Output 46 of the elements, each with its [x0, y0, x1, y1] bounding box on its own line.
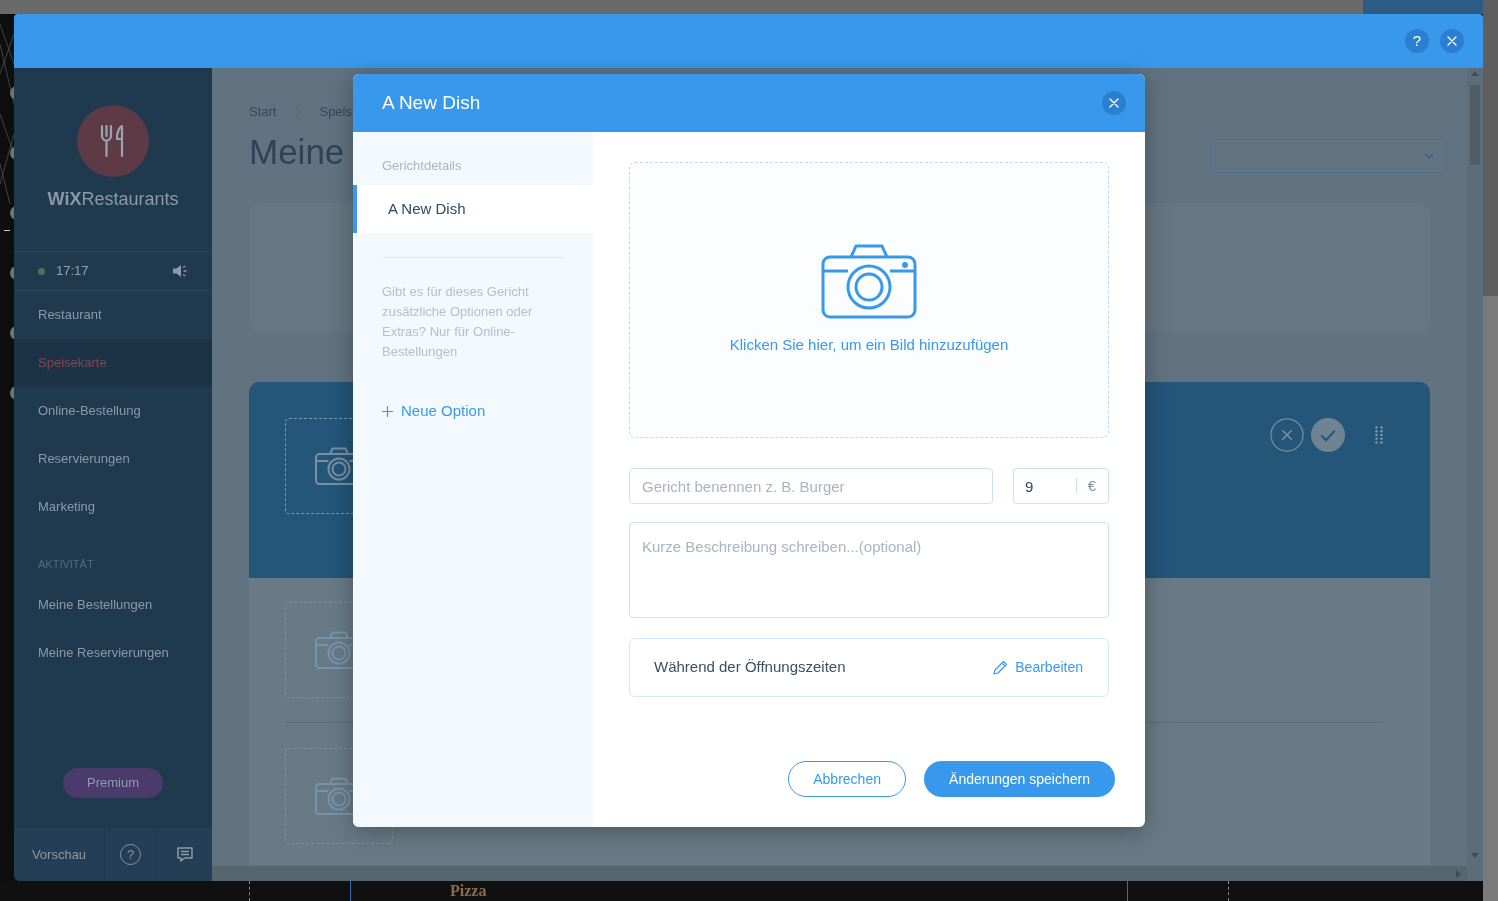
camera-icon: [821, 243, 917, 319]
hint-text: Gibt es für dieses Gericht zusätzliche Optionen oder Extras? Nur für Online-Bestellungen: [382, 283, 534, 361]
edit-link[interactable]: Bearbeiten: [993, 657, 1083, 678]
status-dot-icon: [38, 267, 45, 275]
section-label: Gerichtdetails: [381, 157, 463, 175]
scrollbar-thumb[interactable]: [1483, 0, 1498, 296]
close-icon[interactable]: [1102, 91, 1126, 115]
plus-icon: [382, 405, 393, 417]
drag-handle-icon[interactable]: [1375, 426, 1383, 444]
sidebar-item[interactable]: Reservierungen: [14, 435, 212, 483]
premium-button[interactable]: Premium: [63, 768, 163, 798]
chevron-down-icon: [1424, 153, 1434, 159]
save-button[interactable]: Änderungen speichern: [924, 761, 1115, 797]
sidebar-item[interactable]: Speisekarte: [14, 339, 212, 387]
canvas-heading: Pizza: [450, 882, 487, 899]
speaker-icon[interactable]: [172, 264, 188, 278]
cancel-button[interactable]: Abbrechen: [788, 761, 907, 797]
close-icon[interactable]: [1440, 29, 1464, 53]
chat-icon[interactable]: [176, 847, 193, 862]
dish-name-field[interactable]: Gericht benennen z. B. Burger: [629, 468, 993, 504]
horizontal-scrollbar[interactable]: [212, 866, 1467, 881]
logo-text: WiXRestaurants: [47, 188, 179, 210]
availability-text: Während der Öffnungszeiten: [654, 657, 846, 678]
fork-and-knife-icon: [77, 105, 149, 177]
vertical-scrollbar[interactable]: [1467, 68, 1483, 881]
pencil-icon: [993, 660, 1009, 675]
scroll-up-icon[interactable]: [1471, 71, 1479, 76]
clock-time: 17:17: [56, 262, 89, 281]
scroll-down-icon[interactable]: [1471, 853, 1479, 858]
scroll-right-icon[interactable]: [1456, 869, 1461, 878]
upload-link[interactable]: Klicken Sie hier, um ein Bild hinzuzufügen: [729, 335, 1009, 355]
sidebar-item[interactable]: Restaurant: [14, 291, 212, 339]
scrollbar-track[interactable]: [1483, 0, 1498, 901]
close-circle-icon[interactable]: [1270, 418, 1304, 452]
dialog-title: A New Dish: [382, 91, 481, 115]
sidebar-item[interactable]: Meine Bestellungen: [14, 581, 212, 629]
dropdown-select[interactable]: [1210, 139, 1447, 173]
check-circle-icon[interactable]: [1311, 418, 1345, 452]
description-field[interactable]: Kurze Beschreibung schreiben...(optional): [629, 522, 1109, 618]
add-option-button[interactable]: Neue Option: [382, 401, 486, 421]
sidebar-item[interactable]: Meine Reservierungen: [14, 629, 212, 677]
sidebar-item[interactable]: Marketing: [14, 483, 212, 531]
image-upload-area[interactable]: Klicken Sie hier, um ein Bild hinzuzufügen: [629, 162, 1109, 438]
help-button[interactable]: ?: [1405, 29, 1429, 53]
nav-item[interactable]: A New Dish: [353, 185, 593, 233]
sidebar-item[interactable]: Online-Bestellung: [14, 387, 212, 435]
